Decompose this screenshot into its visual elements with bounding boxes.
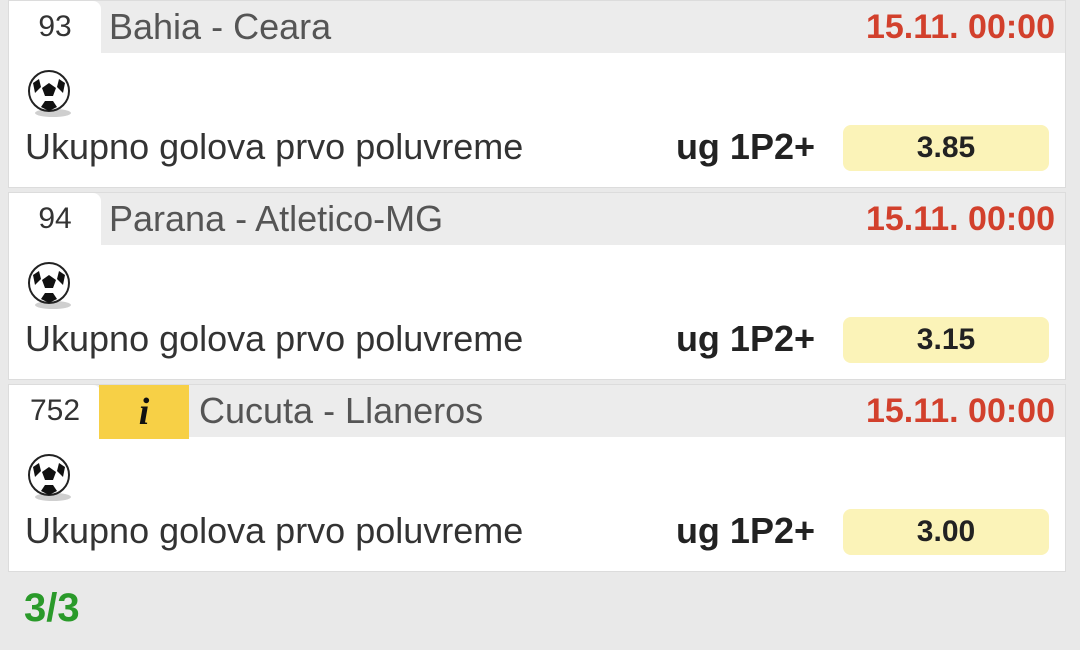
market-label: Ukupno golova prvo poluvreme: [25, 126, 524, 167]
bet-card[interactable]: 93 Bahia - Ceara 15.11. 00:00 Ukupno gol…: [8, 0, 1066, 188]
match-name[interactable]: Parana - Atletico-MG: [109, 193, 443, 245]
odd-value[interactable]: 3.15: [843, 317, 1049, 363]
match-datetime: 15.11. 00:00: [865, 1, 1065, 53]
bet-list: 93 Bahia - Ceara 15.11. 00:00 Ukupno gol…: [8, 0, 1066, 576]
match-name[interactable]: Cucuta - Llaneros: [199, 385, 483, 437]
soccer-ball-icon: [28, 454, 71, 501]
market-label: Ukupno golova prvo poluvreme: [25, 318, 524, 359]
match-datetime: 15.11. 00:00: [865, 193, 1065, 245]
pick-label: ug 1P2+: [675, 318, 815, 359]
info-icon[interactable]: i: [99, 385, 189, 439]
soccer-ball-icon: [28, 262, 71, 309]
match-number: 93: [9, 1, 101, 53]
match-datetime: 15.11. 00:00: [865, 385, 1065, 437]
odd-value[interactable]: 3.00: [843, 509, 1049, 555]
match-number: 752: [9, 385, 101, 437]
card-header: 94 Parana - Atletico-MG 15.11. 00:00: [9, 193, 1065, 245]
pick-label: ug 1P2+: [675, 126, 815, 167]
odd-value[interactable]: 3.85: [843, 125, 1049, 171]
market-label: Ukupno golova prvo poluvreme: [25, 510, 524, 551]
match-name[interactable]: Bahia - Ceara: [109, 1, 331, 53]
match-number: 94: [9, 193, 101, 245]
result-count: 3/3: [24, 586, 80, 630]
bet-card[interactable]: 94 Parana - Atletico-MG 15.11. 00:00 Uku…: [8, 192, 1066, 380]
card-header: 93 Bahia - Ceara 15.11. 00:00: [9, 1, 1065, 53]
pick-label: ug 1P2+: [675, 510, 815, 551]
card-header: 752 i Cucuta - Llaneros 15.11. 00:00: [9, 385, 1065, 439]
bet-card[interactable]: 752 i Cucuta - Llaneros 15.11. 00:00 Uku…: [8, 384, 1066, 572]
soccer-ball-icon: [28, 70, 71, 117]
